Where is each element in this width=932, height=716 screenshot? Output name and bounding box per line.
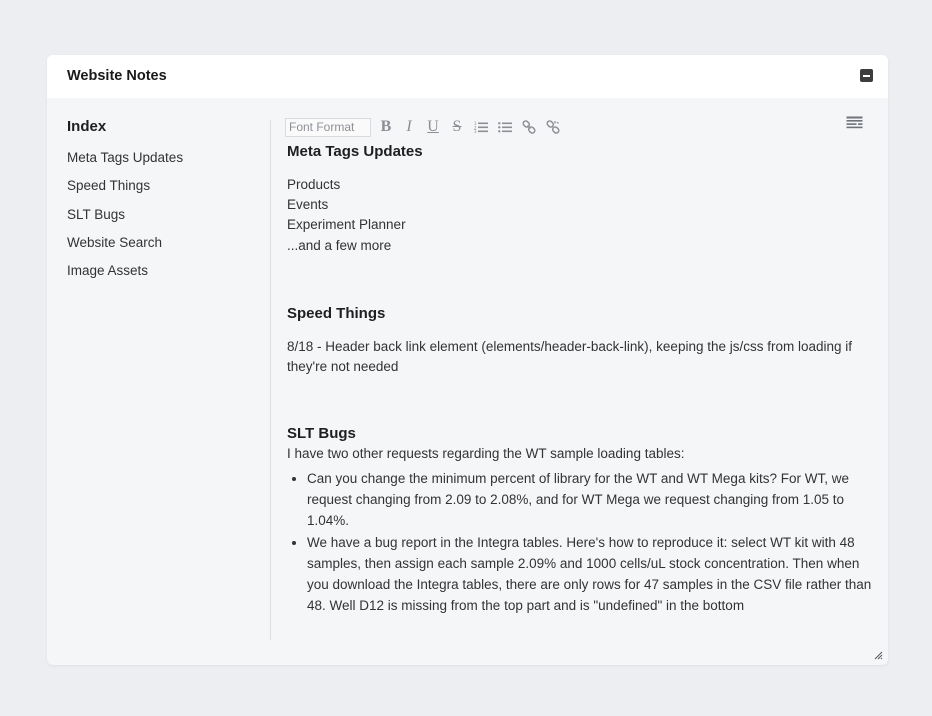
list-item: Can you change the minimum percent of li…: [307, 468, 873, 531]
unlink-icon[interactable]: [543, 117, 563, 137]
bold-icon[interactable]: B: [376, 117, 396, 137]
strikethrough-icon[interactable]: S: [447, 117, 467, 137]
website-notes-card: Website Notes Index Meta Tags Updates Sp…: [47, 55, 888, 665]
section-title-slt-bugs: SLT Bugs: [287, 425, 356, 443]
card-title: Website Notes: [67, 68, 167, 84]
note-editor: Font Format B I U S 1 2 3 Meta Tags Upda…: [285, 117, 875, 620]
meta-line: Experiment Planner: [287, 217, 406, 233]
italic-icon[interactable]: I: [399, 117, 419, 137]
meta-line: Products: [287, 177, 341, 192]
section-title-speed-things: Speed Things: [287, 304, 386, 322]
ordered-list-icon[interactable]: 1 2 3: [471, 117, 491, 137]
list-item: We have a bug report in the Integra tabl…: [307, 532, 873, 616]
index-list: Meta Tags Updates Speed Things SLT Bugs …: [67, 149, 267, 279]
sidebar-divider: [270, 120, 271, 640]
index-item-image-assets[interactable]: Image Assets: [67, 262, 267, 279]
card-header: Website Notes: [47, 55, 888, 98]
index-sidebar: Index Meta Tags Updates Speed Things SLT…: [67, 118, 267, 290]
underline-icon[interactable]: U: [423, 117, 443, 137]
slt-bugs-list: Can you change the minimum percent of li…: [287, 468, 873, 616]
svg-text:3: 3: [474, 129, 477, 133]
index-item-meta-tags-updates[interactable]: Meta Tags Updates: [67, 149, 267, 166]
font-format-select[interactable]: Font Format: [285, 118, 371, 137]
index-item-website-search[interactable]: Website Search: [67, 234, 267, 251]
index-item-slt-bugs[interactable]: SLT Bugs: [67, 206, 267, 223]
collapse-icon[interactable]: [860, 69, 873, 82]
unordered-list-icon[interactable]: [495, 117, 515, 137]
meta-line: ...and a few more: [287, 237, 392, 253]
note-content[interactable]: Meta Tags Updates Products Events Experi…: [287, 142, 873, 620]
slt-bugs-intro: I have two other requests regarding the …: [287, 446, 685, 462]
meta-line: Events: [287, 197, 329, 213]
speed-things-text: 8/18 - Header back link element (element…: [287, 338, 853, 375]
editor-toolbar: Font Format B I U S 1 2 3: [285, 117, 875, 137]
link-icon[interactable]: [519, 117, 539, 137]
section-title-meta-tags: Meta Tags Updates: [287, 143, 423, 160]
index-title: Index: [67, 118, 107, 135]
index-item-speed-things[interactable]: Speed Things: [67, 177, 267, 194]
resize-grip-icon[interactable]: [874, 651, 883, 660]
